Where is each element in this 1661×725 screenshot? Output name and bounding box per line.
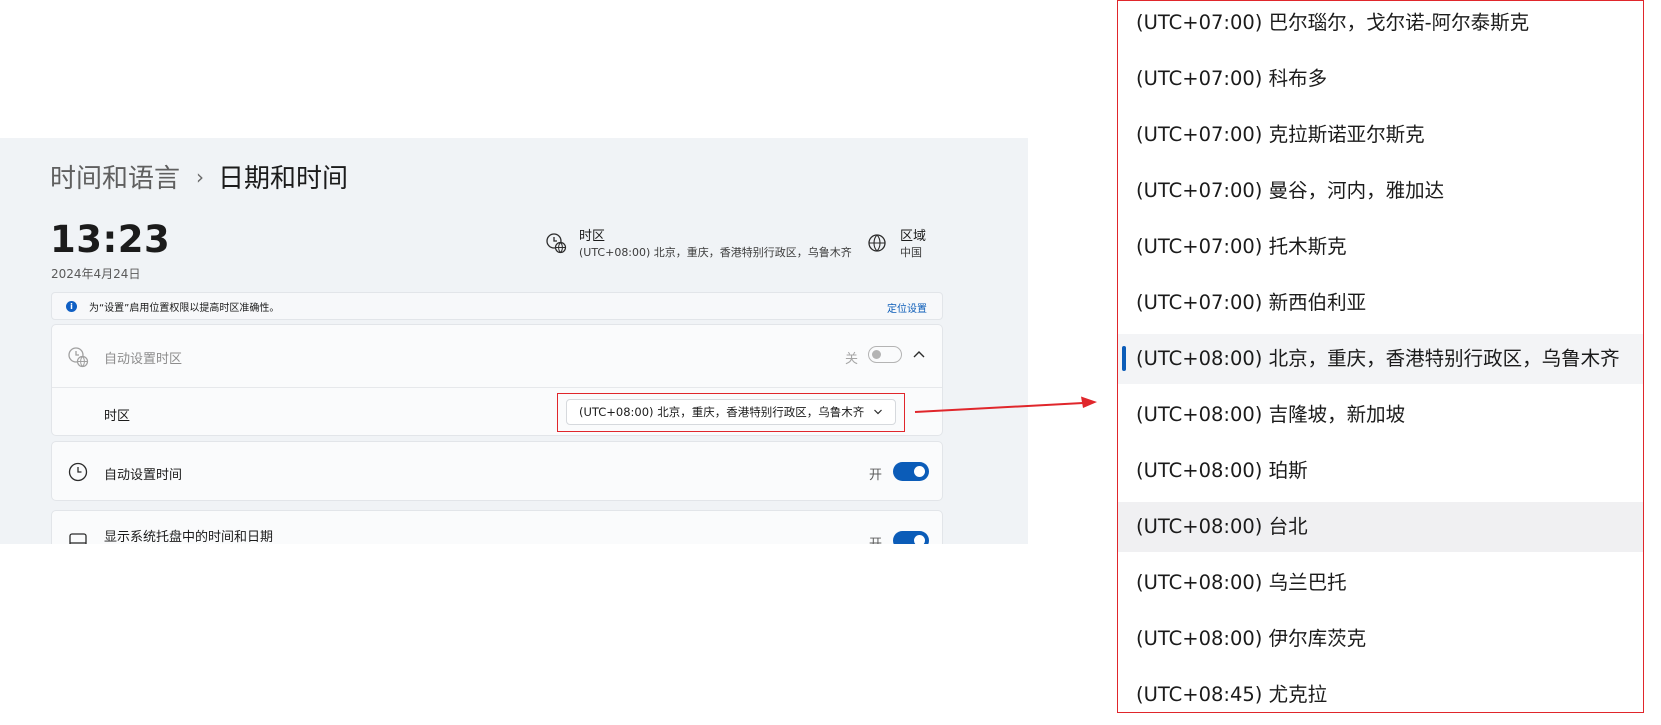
timezone-summary-title: 时区 bbox=[579, 229, 606, 244]
divider bbox=[52, 387, 942, 388]
breadcrumb-separator: › bbox=[196, 164, 205, 189]
timezone-option[interactable]: (UTC+07:00) 新西伯利亚 bbox=[1118, 278, 1643, 328]
page-title: 日期和时间 bbox=[218, 164, 349, 194]
timezone-option-label: (UTC+07:00) 托木斯克 bbox=[1136, 235, 1347, 258]
breadcrumb-parent[interactable]: 时间和语言 bbox=[50, 158, 180, 195]
timezone-option-label: (UTC+07:00) 曼谷，河内，雅加达 bbox=[1136, 179, 1445, 202]
auto-timezone-toggle[interactable] bbox=[868, 346, 902, 363]
timezone-option[interactable]: (UTC+07:00) 克拉斯诺亚尔斯克 bbox=[1118, 110, 1643, 160]
chevron-up-icon[interactable] bbox=[912, 349, 926, 359]
auto-time-card: 自动设置时间 开 bbox=[51, 441, 943, 501]
timezone-option-selected[interactable]: (UTC+08:00) 北京，重庆，香港特别行政区，乌鲁木齐 bbox=[1118, 334, 1643, 384]
tray-datetime-toggle[interactable] bbox=[893, 531, 929, 544]
auto-time-state: 开 bbox=[869, 468, 883, 483]
timezone-dropdown[interactable]: (UTC+08:00) 北京，重庆，香港特别行政区，乌鲁木齐 bbox=[566, 399, 896, 425]
tray-datetime-card: 显示系统托盘中的时间和日期 开 bbox=[51, 510, 943, 544]
region-summary: 区域 中国 bbox=[866, 228, 926, 261]
timezone-row-label: 时区 bbox=[104, 409, 131, 424]
taskbar-icon bbox=[69, 533, 87, 544]
timezone-option-label: (UTC+08:00) 珀斯 bbox=[1136, 459, 1308, 482]
timezone-summary-value: (UTC+08:00) 北京，重庆，香港特别行政区，乌鲁木齐 bbox=[579, 246, 852, 259]
timezone-option[interactable]: (UTC+08:00) 伊尔库茨克 bbox=[1118, 614, 1643, 664]
toggle-knob bbox=[914, 466, 925, 477]
timezone-summary: 时区 (UTC+08:00) 北京，重庆，香港特别行政区，乌鲁木齐 bbox=[545, 228, 852, 261]
timezone-icon bbox=[546, 233, 567, 254]
tray-datetime-state: 开 bbox=[869, 533, 882, 544]
toggle-knob bbox=[914, 535, 925, 544]
settings-panel: 时间和语言 › 日期和时间 13:23 2024年4月24日 时区 (UTC+0… bbox=[0, 138, 1028, 544]
timezone-option[interactable]: (UTC+08:00) 乌兰巴托 bbox=[1118, 558, 1643, 608]
timezone-option[interactable]: (UTC+08:00) 珀斯 bbox=[1118, 446, 1643, 496]
timezone-option-label: (UTC+08:45) 尤克拉 bbox=[1136, 683, 1328, 706]
auto-timezone-label: 自动设置时区 bbox=[104, 352, 183, 367]
auto-time-label: 自动设置时间 bbox=[104, 468, 183, 483]
timezone-option-label: (UTC+08:00) 乌兰巴托 bbox=[1136, 571, 1347, 594]
toggle-knob bbox=[872, 350, 881, 359]
current-time: 13:23 bbox=[50, 218, 171, 261]
auto-time-toggle[interactable] bbox=[893, 462, 929, 481]
timezone-dropdown-value: (UTC+08:00) 北京，重庆，香港特别行政区，乌鲁木齐 bbox=[579, 405, 865, 419]
timezone-option-label: (UTC+07:00) 克拉斯诺亚尔斯克 bbox=[1136, 123, 1425, 146]
clock-icon bbox=[68, 462, 88, 482]
timezone-option[interactable]: (UTC+07:00) 科布多 bbox=[1118, 54, 1643, 104]
region-summary-value: 中国 bbox=[900, 246, 922, 259]
chevron-down-icon bbox=[874, 409, 882, 415]
breadcrumb: 时间和语言 › 日期和时间 bbox=[50, 158, 348, 195]
timezone-option[interactable]: (UTC+08:00) 吉隆坡，新加坡 bbox=[1118, 390, 1643, 440]
auto-timezone-state: 关 bbox=[845, 352, 859, 367]
timezone-option[interactable]: (UTC+07:00) 巴尔瑙尔，戈尔诺-阿尔泰斯克 bbox=[1118, 1, 1643, 48]
location-settings-link[interactable]: 定位设置 bbox=[887, 300, 927, 315]
selection-indicator bbox=[1122, 346, 1126, 371]
timezone-option-label: (UTC+07:00) 科布多 bbox=[1136, 67, 1328, 90]
info-icon: i bbox=[66, 301, 77, 312]
pointer-arrow bbox=[914, 396, 1097, 413]
timezone-list: (UTC+07:00) 巴尔瑙尔，戈尔诺-阿尔泰斯克 (UTC+07:00) 科… bbox=[1117, 0, 1644, 713]
timezone-option-label: (UTC+07:00) 新西伯利亚 bbox=[1136, 291, 1367, 314]
timezone-option[interactable]: (UTC+07:00) 托木斯克 bbox=[1118, 222, 1643, 272]
tray-datetime-label: 显示系统托盘中的时间和日期 bbox=[104, 530, 274, 544]
timezone-option-label: (UTC+08:00) 北京，重庆，香港特别行政区，乌鲁木齐 bbox=[1136, 347, 1620, 370]
timezone-option-label: (UTC+08:00) 台北 bbox=[1136, 515, 1308, 538]
location-notice: i 为“设置”启用位置权限以提高时区准确性。 定位设置 bbox=[51, 292, 943, 320]
timezone-option[interactable]: (UTC+07:00) 曼谷，河内，雅加达 bbox=[1118, 166, 1643, 216]
timezone-icon bbox=[68, 347, 89, 368]
timezone-option[interactable]: (UTC+08:00) 台北 bbox=[1118, 502, 1643, 552]
timezone-option-label: (UTC+08:00) 伊尔库茨克 bbox=[1136, 627, 1367, 650]
current-date: 2024年4月24日 bbox=[51, 267, 141, 281]
region-summary-title: 区域 bbox=[900, 229, 927, 244]
globe-icon bbox=[868, 234, 886, 252]
timezone-option-label: (UTC+07:00) 巴尔瑙尔，戈尔诺-阿尔泰斯克 bbox=[1136, 11, 1530, 34]
timezone-option[interactable]: (UTC+08:45) 尤克拉 bbox=[1118, 670, 1643, 712]
highlight-frame: (UTC+08:00) 北京，重庆，香港特别行政区，乌鲁木齐 bbox=[557, 393, 905, 432]
timezone-option-label: (UTC+08:00) 吉隆坡，新加坡 bbox=[1136, 403, 1406, 426]
notice-text: 为“设置”启用位置权限以提高时区准确性。 bbox=[89, 303, 280, 314]
